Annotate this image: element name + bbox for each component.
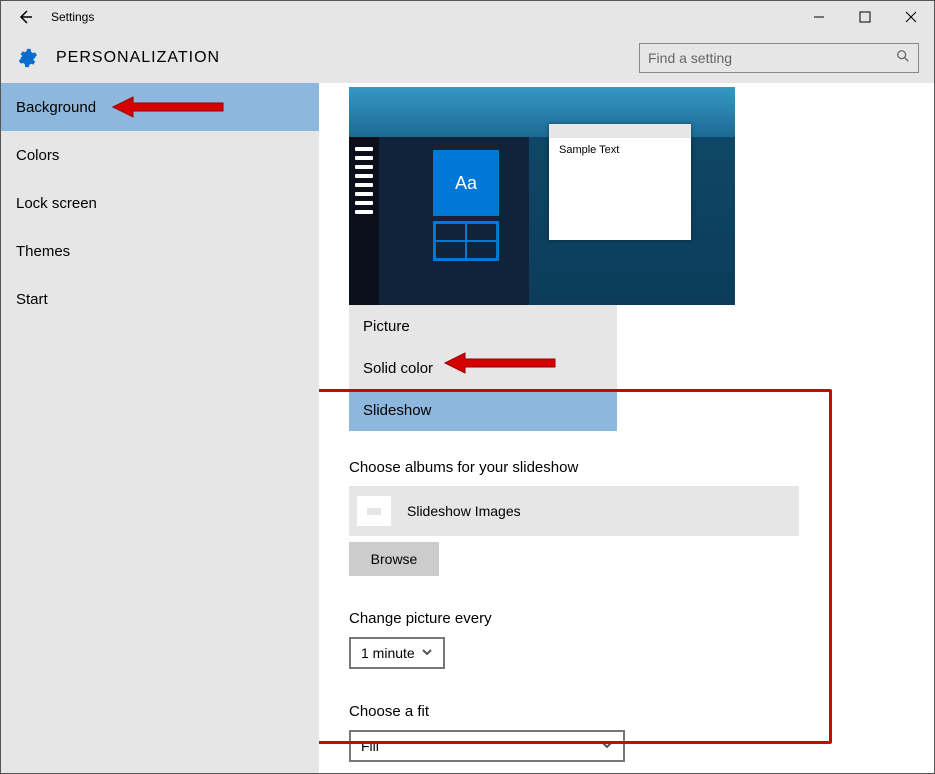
annotation-arrow-slideshow [440,348,560,378]
gear-icon [16,47,38,69]
sidebar-item-label: Start [16,291,48,308]
back-button[interactable] [1,1,49,33]
page-header: PERSONALIZATION [1,33,934,83]
search-box[interactable] [639,43,919,73]
sidebar-item-colors[interactable]: Colors [1,131,319,179]
sidebar-item-label: Lock screen [16,195,97,212]
annotation-arrow-background [108,92,228,122]
sidebar: Background Colors Lock screen Themes Sta… [1,83,319,773]
preview-grid-tile [433,221,499,261]
sidebar-item-start[interactable]: Start [1,275,319,323]
background-option-picture[interactable]: Picture [349,305,617,347]
maximize-button[interactable] [842,1,888,33]
desktop-preview: Aa Sample Text [349,87,735,305]
annotation-frame [319,389,832,744]
preview-tile: Aa [433,150,499,216]
preview-sample-text: Sample Text [549,138,691,162]
sidebar-item-label: Background [16,99,96,116]
preview-sample-window: Sample Text [549,124,691,240]
window-title: Settings [51,10,94,24]
sidebar-item-label: Themes [16,243,70,260]
sidebar-item-themes[interactable]: Themes [1,227,319,275]
page-title: PERSONALIZATION [56,49,220,67]
minimize-button[interactable] [796,1,842,33]
sidebar-item-label: Colors [16,147,59,164]
option-label: Solid color [363,360,433,377]
content-area: Aa Sample Text Picture Solid color Slide… [319,83,934,773]
option-label: Picture [363,318,410,335]
search-input[interactable] [648,50,896,66]
search-icon [896,49,910,68]
close-button[interactable] [888,1,934,33]
sidebar-item-lock-screen[interactable]: Lock screen [1,179,319,227]
titlebar: Settings [1,1,934,33]
preview-tile-text: Aa [455,173,477,194]
